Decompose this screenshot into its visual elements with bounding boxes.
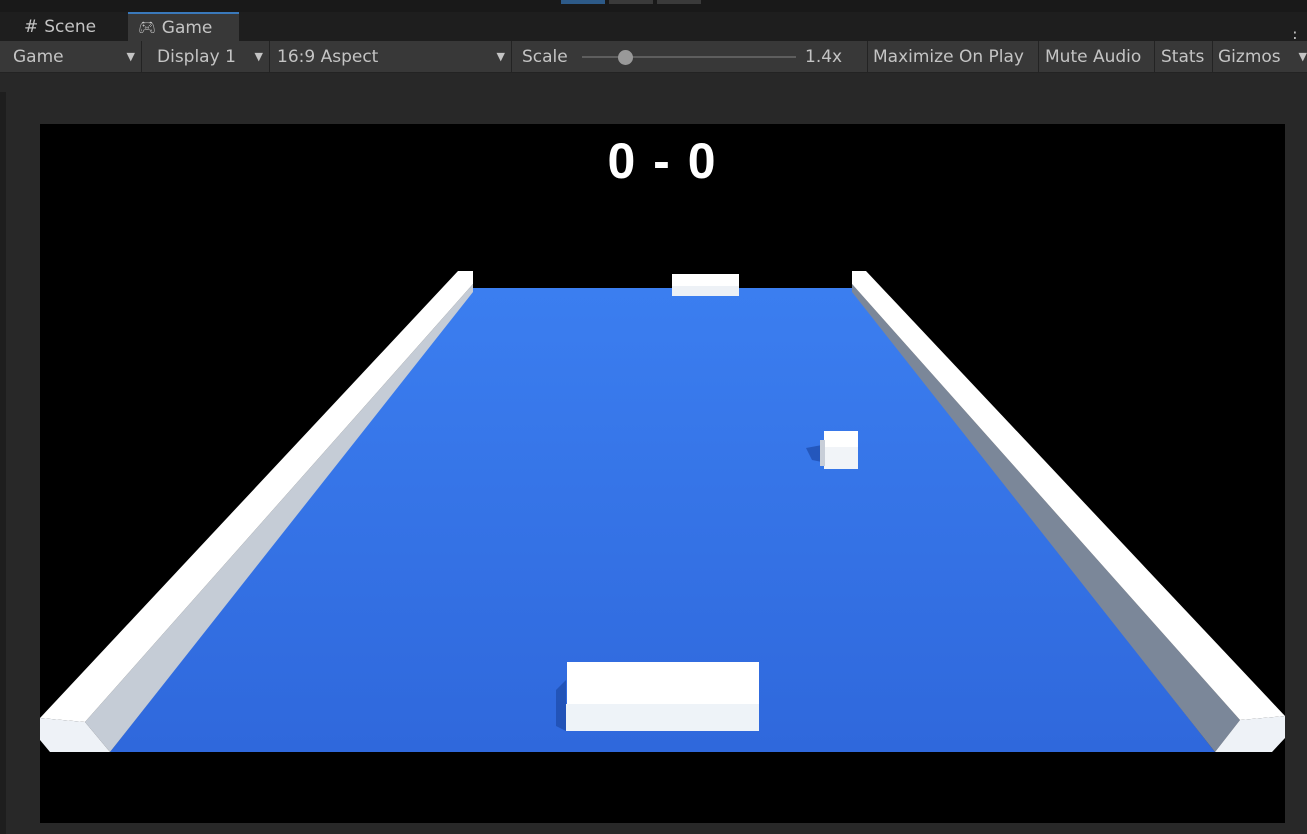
far-paddle-front — [672, 286, 739, 296]
ball-front — [824, 447, 858, 469]
ball-side — [820, 440, 825, 466]
ball — [824, 431, 858, 447]
score-text: 0 - 0 — [607, 133, 718, 189]
player-paddle — [567, 662, 759, 704]
player-paddle-front — [566, 704, 759, 731]
game-scene — [40, 271, 1285, 752]
far-paddle — [672, 274, 739, 286]
